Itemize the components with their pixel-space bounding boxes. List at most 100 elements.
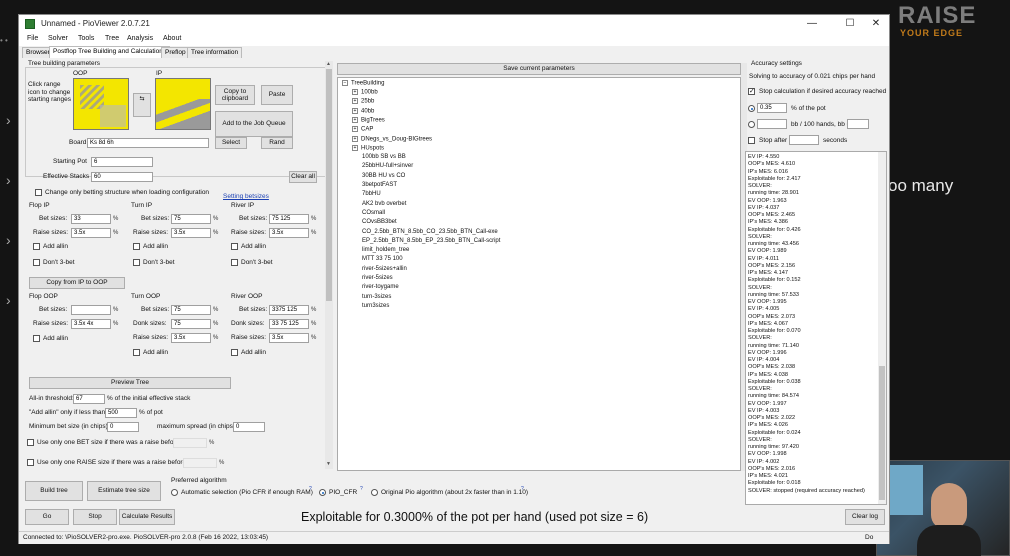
stop-after-checkbox[interactable] bbox=[748, 137, 755, 144]
tree-file-item[interactable]: 30BB HU vs CO bbox=[362, 173, 405, 179]
menu-about[interactable]: About bbox=[163, 35, 181, 42]
expand-icon[interactable]: + bbox=[352, 89, 358, 95]
bb100-input[interactable] bbox=[757, 119, 787, 129]
turn-oop-bet-input[interactable]: 75 bbox=[171, 305, 211, 315]
one-bet-size-input[interactable] bbox=[173, 438, 207, 448]
tree-file-item[interactable]: limit_holdem_tree bbox=[362, 247, 409, 253]
river-ip-raise-input[interactable]: 3.5x bbox=[269, 228, 309, 238]
menu-solver[interactable]: Solver bbox=[48, 35, 68, 42]
stop-button[interactable]: Stop bbox=[73, 509, 117, 525]
algo-original-radio[interactable] bbox=[371, 489, 378, 496]
flop-ip-dont-3bet-checkbox[interactable] bbox=[33, 259, 40, 266]
clear-log-button[interactable]: Clear log bbox=[845, 509, 885, 525]
select-board-button[interactable]: Select bbox=[215, 137, 247, 149]
oop-range-icon[interactable] bbox=[73, 78, 129, 130]
expand-icon[interactable]: + bbox=[352, 107, 358, 114]
menu-tree[interactable]: Tree bbox=[105, 35, 119, 42]
stop-calc-checkbox[interactable] bbox=[748, 87, 755, 95]
minimize-button[interactable]: — bbox=[797, 17, 827, 31]
tree-file-item[interactable]: 3betpotFAST bbox=[362, 182, 397, 188]
menu-analysis[interactable]: Analysis bbox=[127, 35, 153, 42]
turn-ip-raise-input[interactable]: 3.5x bbox=[171, 228, 211, 238]
tree-folder-item[interactable]: +100bb bbox=[352, 89, 378, 96]
scroll-thumb[interactable] bbox=[326, 69, 332, 301]
one-raise-size-input[interactable] bbox=[183, 458, 217, 468]
go-button[interactable]: Go bbox=[25, 509, 69, 525]
setting-betsizes-link[interactable]: Setting betsizes bbox=[223, 193, 269, 200]
add-allin-only-input[interactable]: 500 bbox=[105, 408, 137, 418]
build-tree-button[interactable]: Build tree bbox=[25, 481, 83, 501]
board-input[interactable]: Ks 8d 6h bbox=[87, 138, 209, 148]
tree-file-item[interactable]: MTT 33 75 100 bbox=[362, 256, 403, 262]
log-scroll-thumb[interactable] bbox=[879, 366, 885, 500]
turn-ip-bet-input[interactable]: 75 bbox=[171, 214, 211, 224]
close-button[interactable]: ✕ bbox=[861, 17, 891, 31]
tab-preflop[interactable]: Preflop bbox=[161, 47, 190, 58]
solver-log[interactable]: EV IP: 4.550 OOP's MES: 4.610 IP's MES: 6.… bbox=[745, 151, 887, 505]
flop-ip-bet-input[interactable]: 33 bbox=[71, 214, 111, 224]
flop-ip-add-allin-checkbox[interactable] bbox=[33, 243, 40, 250]
min-bet-input[interactable]: 0 bbox=[107, 422, 139, 432]
bb100-radio[interactable] bbox=[748, 121, 755, 128]
scroll-up-icon[interactable]: ▲ bbox=[326, 61, 331, 67]
tree-file-item[interactable]: 7bbHU bbox=[362, 191, 381, 197]
left-panel-scrollbar[interactable]: ▲ ▼ bbox=[325, 61, 333, 469]
turn-ip-dont-3bet-checkbox[interactable] bbox=[133, 259, 140, 266]
river-oop-raise-input[interactable]: 3.5x bbox=[269, 333, 309, 343]
tree-file-item[interactable]: 100bb SB vs BB bbox=[362, 154, 406, 160]
scroll-down-icon[interactable]: ▼ bbox=[326, 461, 331, 467]
one-bet-size-checkbox[interactable] bbox=[27, 439, 34, 446]
expand-icon[interactable]: + bbox=[352, 135, 358, 142]
tree-file-item[interactable]: COsmall bbox=[362, 210, 385, 216]
bb-size-input[interactable] bbox=[847, 119, 869, 129]
calculate-results-button[interactable]: Calculate Results bbox=[119, 509, 175, 525]
algo-pio-cfr-help-icon[interactable]: ? bbox=[360, 486, 363, 492]
one-raise-size-checkbox[interactable] bbox=[27, 459, 34, 466]
copy-to-clipboard-button[interactable]: Copy to clipboard bbox=[215, 85, 255, 105]
tree-folder-item[interactable]: + BigTrees bbox=[352, 116, 385, 123]
expand-icon[interactable]: + bbox=[352, 126, 358, 133]
add-to-job-queue-button[interactable]: Add to the Job Queue bbox=[215, 111, 293, 137]
algo-auto-radio[interactable] bbox=[171, 489, 178, 496]
tree-file-item[interactable]: COvsBB3bet bbox=[362, 219, 397, 225]
river-ip-bet-input[interactable]: 75 125 bbox=[269, 214, 309, 224]
collapse-icon[interactable]: − bbox=[342, 80, 348, 86]
flop-oop-add-allin-checkbox[interactable] bbox=[33, 335, 40, 342]
tree-folder-item[interactable]: + HUspots bbox=[352, 144, 384, 151]
river-oop-add-allin-checkbox[interactable] bbox=[231, 349, 238, 356]
tree-folder-item[interactable]: + DNegs_vs_Doug-BIGtrees bbox=[352, 135, 432, 142]
tree-file-item[interactable]: river-toygame bbox=[362, 284, 399, 290]
flop-oop-raise-input[interactable]: 3.5x 4x bbox=[71, 319, 111, 329]
tree-folder-item[interactable]: +40bb bbox=[352, 107, 374, 114]
tree-file-item[interactable]: AK2 bvb overbet bbox=[362, 201, 406, 207]
effective-stacks-input[interactable]: 60 bbox=[91, 172, 153, 182]
tree-file-item[interactable]: river-5sizes+allin bbox=[362, 266, 407, 272]
save-current-parameters-button[interactable]: Save current parameters bbox=[337, 63, 741, 75]
expand-icon[interactable]: + bbox=[352, 98, 358, 105]
pct-pot-input[interactable]: 0.35 bbox=[757, 103, 787, 113]
change-only-betting-checkbox[interactable] bbox=[35, 189, 42, 196]
rand-board-button[interactable]: Rand bbox=[261, 137, 293, 149]
tree-file-item[interactable]: turn3sizes bbox=[362, 303, 389, 309]
copy-ip-to-oop-button[interactable]: Copy from IP to OOP bbox=[29, 277, 125, 289]
tree-file-item[interactable]: river-5sizes bbox=[362, 275, 393, 281]
turn-oop-donk-input[interactable]: 75 bbox=[171, 319, 211, 329]
max-spread-input[interactable]: 0 bbox=[233, 422, 265, 432]
turn-oop-raise-input[interactable]: 3.5x bbox=[171, 333, 211, 343]
tree-file-item[interactable]: CO_2.5bb_BTN_8.5bb_CO_23.5bb_BTN_Call-ex… bbox=[362, 229, 498, 235]
tab-postflop[interactable]: Postflop Tree Building and Calculations bbox=[49, 46, 171, 58]
algo-pio-cfr-radio[interactable] bbox=[319, 489, 326, 496]
tree-root[interactable]: − TreeBuilding bbox=[342, 80, 384, 87]
turn-ip-add-allin-checkbox[interactable] bbox=[133, 243, 140, 250]
tree-file-item[interactable]: turn-3sizes bbox=[362, 294, 391, 300]
stop-after-input[interactable] bbox=[789, 135, 819, 145]
expand-icon[interactable]: + bbox=[352, 116, 358, 123]
clear-all-button[interactable]: Clear all bbox=[289, 171, 317, 183]
tree-folder-item[interactable]: + CAP bbox=[352, 126, 373, 133]
algo-auto-help-icon[interactable]: ? bbox=[309, 486, 312, 492]
tree-folder-item[interactable]: +25bb bbox=[352, 98, 374, 105]
swap-ranges-button[interactable]: ⇆ bbox=[133, 93, 151, 117]
flop-ip-raise-input[interactable]: 3.5x bbox=[71, 228, 111, 238]
paste-button[interactable]: Paste bbox=[261, 85, 293, 105]
tree-file-item[interactable]: 25bbHU-full+sinver bbox=[362, 163, 413, 169]
